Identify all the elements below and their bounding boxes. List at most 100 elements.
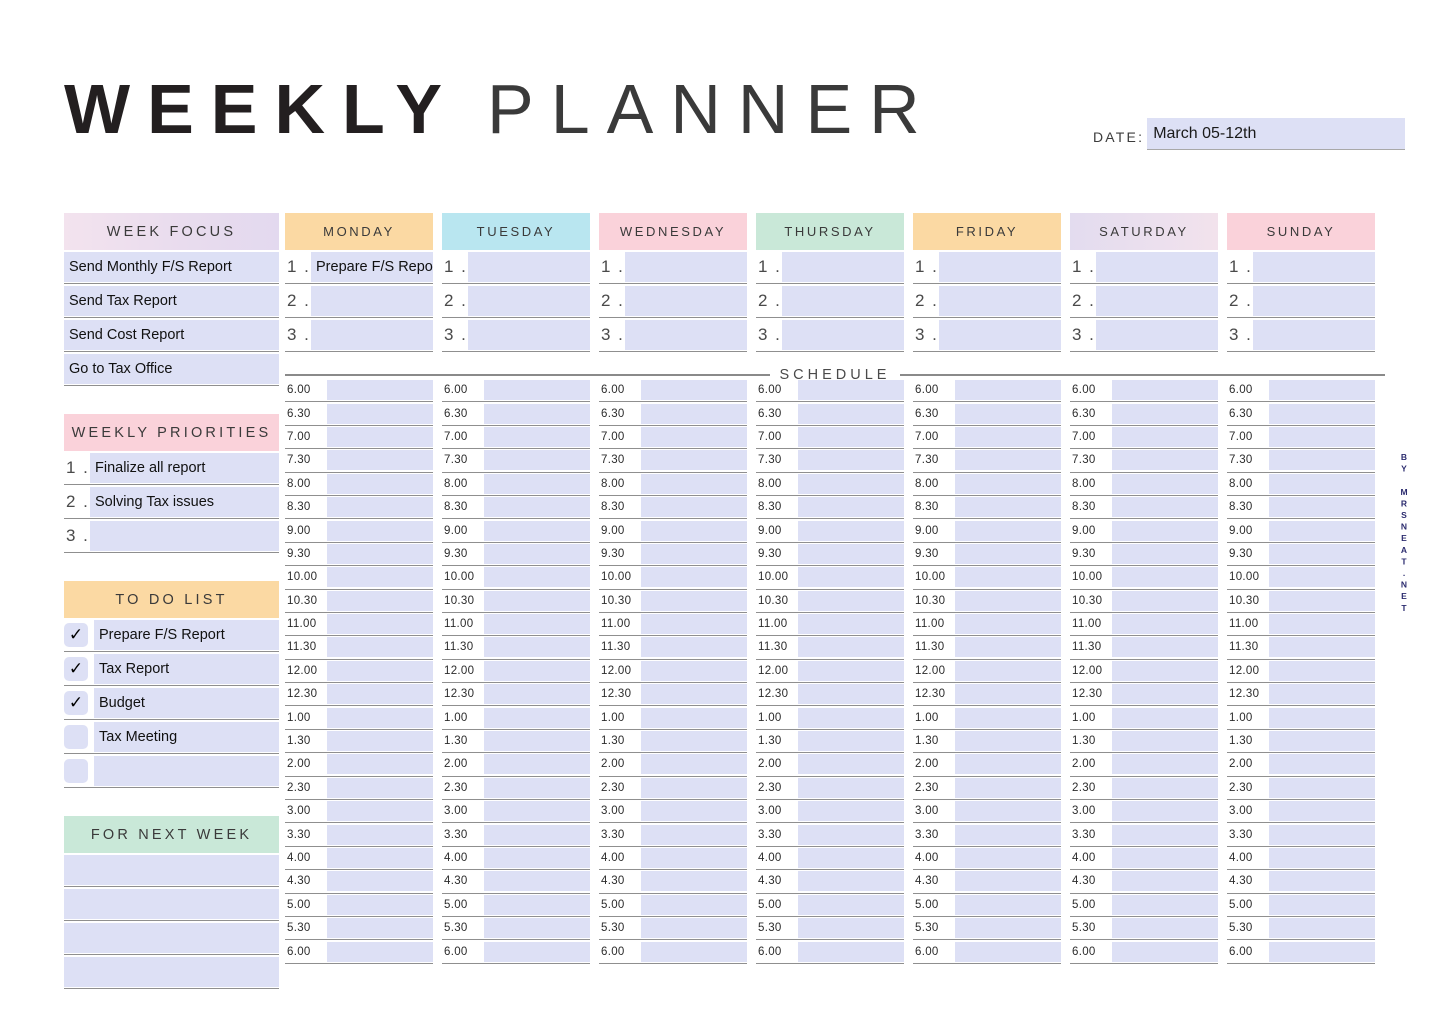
- schedule-slot-input[interactable]: [798, 637, 904, 658]
- schedule-slot-input[interactable]: [798, 567, 904, 588]
- schedule-slot-input[interactable]: [327, 918, 433, 939]
- schedule-slot-input[interactable]: [1269, 590, 1375, 611]
- schedule-slot-input[interactable]: [1112, 801, 1218, 822]
- schedule-slot-input[interactable]: [955, 894, 1061, 915]
- schedule-slot-input[interactable]: [955, 684, 1061, 705]
- schedule-slot-input[interactable]: [1269, 473, 1375, 494]
- schedule-slot-input[interactable]: [1112, 707, 1218, 728]
- schedule-slot-input[interactable]: [955, 543, 1061, 564]
- schedule-slot-input[interactable]: [484, 731, 590, 752]
- schedule-slot-input[interactable]: [484, 684, 590, 705]
- schedule-slot-input[interactable]: [327, 590, 433, 611]
- schedule-slot-input[interactable]: [1112, 660, 1218, 681]
- schedule-slot-input[interactable]: [327, 801, 433, 822]
- day-task-input[interactable]: [1096, 285, 1218, 316]
- day-task-input[interactable]: [782, 319, 904, 350]
- schedule-slot-input[interactable]: [327, 777, 433, 798]
- schedule-slot-input[interactable]: [1112, 450, 1218, 471]
- schedule-slot-input[interactable]: [955, 637, 1061, 658]
- schedule-slot-input[interactable]: [1112, 777, 1218, 798]
- schedule-slot-input[interactable]: [1112, 871, 1218, 892]
- schedule-slot-input[interactable]: [327, 707, 433, 728]
- schedule-slot-input[interactable]: [327, 871, 433, 892]
- schedule-slot-input[interactable]: [955, 614, 1061, 635]
- schedule-slot-input[interactable]: [1269, 637, 1375, 658]
- schedule-slot-input[interactable]: [641, 801, 747, 822]
- schedule-slot-input[interactable]: [798, 801, 904, 822]
- weekly-priority-input[interactable]: Finalize all report: [90, 452, 279, 483]
- schedule-slot-input[interactable]: [955, 590, 1061, 611]
- schedule-slot-input[interactable]: [955, 707, 1061, 728]
- week-focus-input[interactable]: Go to Tax Office: [64, 353, 279, 384]
- day-task-input[interactable]: [939, 285, 1061, 316]
- schedule-slot-input[interactable]: [484, 777, 590, 798]
- day-task-input[interactable]: Prepare F/S Report: [311, 251, 433, 282]
- schedule-slot-input[interactable]: [955, 497, 1061, 518]
- schedule-slot-input[interactable]: [641, 707, 747, 728]
- schedule-slot-input[interactable]: [641, 777, 747, 798]
- schedule-slot-input[interactable]: [798, 543, 904, 564]
- schedule-slot-input[interactable]: [327, 497, 433, 518]
- schedule-slot-input[interactable]: [955, 403, 1061, 424]
- schedule-slot-input[interactable]: [798, 660, 904, 681]
- schedule-slot-input[interactable]: [327, 450, 433, 471]
- schedule-slot-input[interactable]: [641, 590, 747, 611]
- for-next-week-input[interactable]: [64, 922, 279, 953]
- todo-input[interactable]: Prepare F/S Report: [94, 619, 279, 650]
- schedule-slot-input[interactable]: [1269, 567, 1375, 588]
- schedule-slot-input[interactable]: [1269, 754, 1375, 775]
- schedule-slot-input[interactable]: [955, 754, 1061, 775]
- day-task-input[interactable]: [1253, 285, 1375, 316]
- schedule-slot-input[interactable]: [1269, 941, 1375, 962]
- for-next-week-input[interactable]: [64, 854, 279, 885]
- schedule-slot-input[interactable]: [955, 824, 1061, 845]
- schedule-slot-input[interactable]: [641, 614, 747, 635]
- schedule-slot-input[interactable]: [1112, 754, 1218, 775]
- schedule-slot-input[interactable]: [641, 754, 747, 775]
- schedule-slot-input[interactable]: [641, 637, 747, 658]
- schedule-slot-input[interactable]: [1269, 848, 1375, 868]
- schedule-slot-input[interactable]: [798, 754, 904, 775]
- schedule-slot-input[interactable]: [1269, 543, 1375, 564]
- schedule-slot-input[interactable]: [798, 473, 904, 494]
- schedule-slot-input[interactable]: [641, 426, 747, 447]
- schedule-slot-input[interactable]: [955, 520, 1061, 541]
- day-task-input[interactable]: [625, 285, 747, 316]
- schedule-slot-input[interactable]: [327, 614, 433, 635]
- schedule-slot-input[interactable]: [1112, 426, 1218, 447]
- schedule-slot-input[interactable]: [798, 871, 904, 892]
- schedule-slot-input[interactable]: [327, 637, 433, 658]
- schedule-slot-input[interactable]: [1112, 543, 1218, 564]
- schedule-slot-input[interactable]: [955, 473, 1061, 494]
- schedule-slot-input[interactable]: [798, 684, 904, 705]
- schedule-slot-input[interactable]: [1269, 894, 1375, 915]
- for-next-week-input[interactable]: [64, 888, 279, 919]
- schedule-slot-input[interactable]: [641, 473, 747, 494]
- todo-checkbox[interactable]: ✓: [64, 622, 88, 647]
- date-input[interactable]: March 05-12th: [1147, 118, 1406, 150]
- schedule-slot-input[interactable]: [1269, 777, 1375, 798]
- schedule-slot-input[interactable]: [327, 520, 433, 541]
- schedule-slot-input[interactable]: [1269, 520, 1375, 541]
- todo-checkbox[interactable]: ✓: [64, 690, 88, 715]
- schedule-slot-input[interactable]: [484, 403, 590, 424]
- day-task-input[interactable]: [1096, 319, 1218, 350]
- schedule-slot-input[interactable]: [1112, 590, 1218, 611]
- schedule-slot-input[interactable]: [1112, 520, 1218, 541]
- schedule-slot-input[interactable]: [798, 941, 904, 962]
- schedule-slot-input[interactable]: [1269, 871, 1375, 892]
- schedule-slot-input[interactable]: [484, 871, 590, 892]
- schedule-slot-input[interactable]: [1112, 731, 1218, 752]
- todo-checkbox[interactable]: [64, 724, 88, 749]
- schedule-slot-input[interactable]: [484, 380, 590, 401]
- day-task-input[interactable]: [939, 319, 1061, 350]
- schedule-slot-input[interactable]: [327, 426, 433, 447]
- schedule-slot-input[interactable]: [1269, 684, 1375, 705]
- schedule-slot-input[interactable]: [484, 590, 590, 611]
- schedule-slot-input[interactable]: [1112, 684, 1218, 705]
- schedule-slot-input[interactable]: [484, 520, 590, 541]
- schedule-slot-input[interactable]: [955, 848, 1061, 868]
- schedule-slot-input[interactable]: [1112, 941, 1218, 962]
- schedule-slot-input[interactable]: [484, 754, 590, 775]
- schedule-slot-input[interactable]: [484, 614, 590, 635]
